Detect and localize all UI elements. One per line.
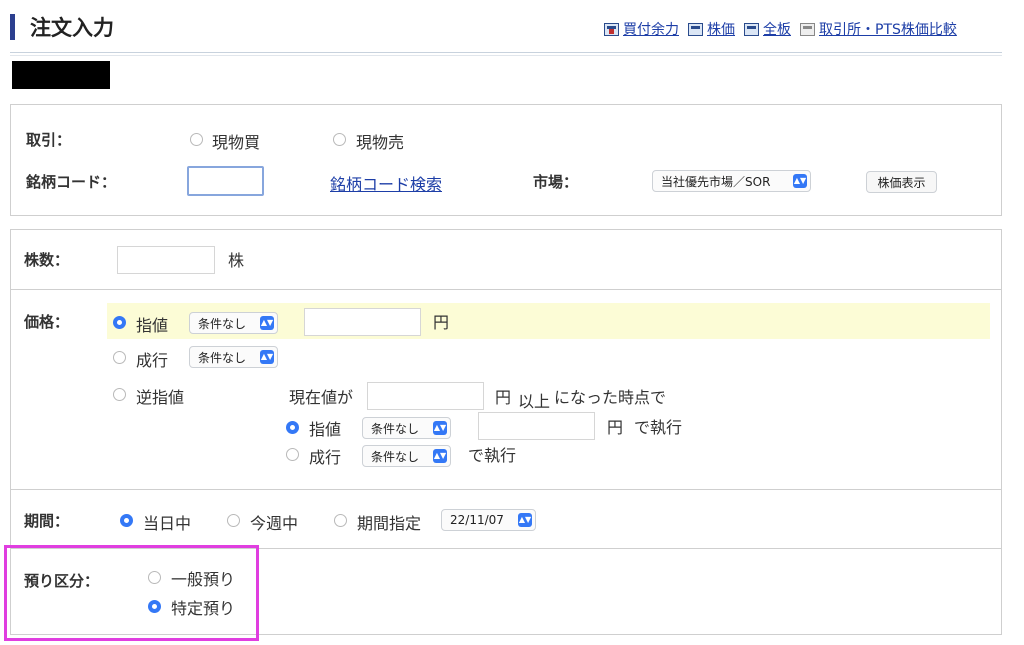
stop-market-radio[interactable] — [286, 448, 299, 461]
price-market-radio[interactable] — [113, 351, 126, 364]
stop-limit-condition-select[interactable]: 条件なし ▲▼ — [362, 417, 451, 439]
quantity-input[interactable] — [117, 246, 215, 274]
market-condition-value: 条件なし — [198, 350, 247, 365]
stop-trigger-input[interactable] — [367, 382, 484, 410]
limit-price-unit: 円 — [433, 313, 450, 332]
stock-price-link[interactable]: 株価 — [707, 19, 735, 39]
market-select-value: 当社優先市場／SOR — [661, 174, 771, 189]
price-limit-label[interactable]: 指値 — [136, 312, 168, 336]
stop-above-label: 以上 — [518, 392, 551, 411]
trade-sell-label[interactable]: 現物売 — [356, 129, 404, 153]
period-date-value: 22/11/07 — [450, 513, 504, 527]
chevron-updown-icon: ▲▼ — [260, 350, 274, 364]
stop-limit-condition-value: 条件なし — [371, 421, 420, 436]
stop-market-label[interactable]: 成行 — [309, 444, 341, 468]
chevron-updown-icon: ▲▼ — [518, 513, 532, 527]
symbol-search-link[interactable]: 銘柄コード検索 — [330, 171, 442, 195]
chevron-updown-icon: ▲▼ — [433, 449, 447, 463]
page-title: 注文入力 — [30, 16, 114, 40]
market-select[interactable]: 当社優先市場／SOR ▲▼ — [652, 170, 811, 192]
header-links: 買付余力 株価 全板 取引所・PTS株価比較 — [604, 19, 957, 39]
quantity-label: 株数： — [24, 251, 70, 269]
symbol-code-label: 銘柄コード： — [26, 173, 117, 191]
header-divider — [10, 52, 1002, 53]
exchange-compare-link[interactable]: 取引所・PTS株価比較 — [819, 19, 957, 39]
stop-limit-price-input[interactable] — [478, 412, 595, 440]
order-board-link[interactable]: 全板 — [763, 19, 791, 39]
stop-trigger-unit: 円 — [495, 388, 512, 407]
title-accent-bar — [10, 14, 15, 40]
exchange-compare-icon — [800, 22, 815, 36]
row-divider — [11, 289, 1001, 290]
custody-highlight-box — [4, 545, 259, 641]
trade-label: 取引： — [26, 131, 72, 149]
stop-limit-radio[interactable] — [286, 421, 299, 434]
stop-limit-unit: 円 — [607, 418, 624, 437]
chevron-updown-icon: ▲▼ — [260, 316, 274, 330]
price-stop-radio[interactable] — [113, 388, 126, 401]
quantity-unit: 株 — [228, 251, 245, 270]
buying-power-icon — [604, 22, 619, 36]
redacted-account-info — [12, 61, 110, 89]
price-market-label[interactable]: 成行 — [136, 347, 168, 371]
trade-buy-radio[interactable] — [190, 133, 203, 146]
price-label: 価格： — [24, 313, 70, 331]
stop-market-condition-select[interactable]: 条件なし ▲▼ — [362, 445, 451, 467]
market-condition-select[interactable]: 条件なし ▲▼ — [189, 346, 278, 368]
trade-symbol-panel — [10, 104, 1002, 216]
period-week-radio[interactable] — [227, 514, 240, 527]
price-limit-radio[interactable] — [113, 316, 126, 329]
stop-current-price-label: 現在値が — [289, 388, 354, 407]
limit-price-input[interactable] — [304, 308, 421, 336]
stop-trigger-suffix: になった時点で — [554, 388, 667, 407]
period-week-label[interactable]: 今週中 — [250, 510, 298, 534]
period-date-select[interactable]: 22/11/07 ▲▼ — [441, 509, 536, 531]
period-label: 期間： — [24, 512, 70, 530]
stock-price-icon — [688, 22, 703, 36]
chevron-updown-icon: ▲▼ — [433, 421, 447, 435]
buying-power-link[interactable]: 買付余力 — [623, 19, 679, 39]
stop-market-condition-value: 条件なし — [371, 449, 420, 464]
trade-buy-label[interactable]: 現物買 — [212, 129, 260, 153]
stop-limit-label[interactable]: 指値 — [309, 416, 341, 440]
stop-market-exec-label: で執行 — [468, 446, 517, 465]
stop-limit-exec-label: で執行 — [634, 418, 683, 437]
period-today-radio[interactable] — [120, 514, 133, 527]
order-board-icon — [744, 22, 759, 36]
symbol-code-input[interactable] — [187, 166, 264, 196]
limit-condition-value: 条件なし — [198, 316, 247, 331]
period-custom-label[interactable]: 期間指定 — [357, 510, 421, 534]
market-label: 市場： — [533, 173, 579, 191]
price-stop-label[interactable]: 逆指値 — [136, 384, 184, 408]
period-custom-radio[interactable] — [334, 514, 347, 527]
period-today-label[interactable]: 当日中 — [143, 510, 191, 534]
trade-sell-radio[interactable] — [333, 133, 346, 146]
show-price-button[interactable]: 株価表示 — [866, 171, 937, 193]
chevron-updown-icon: ▲▼ — [793, 174, 807, 188]
header-divider-secondary — [10, 55, 1002, 56]
row-divider — [11, 489, 1001, 490]
limit-condition-select[interactable]: 条件なし ▲▼ — [189, 312, 278, 334]
